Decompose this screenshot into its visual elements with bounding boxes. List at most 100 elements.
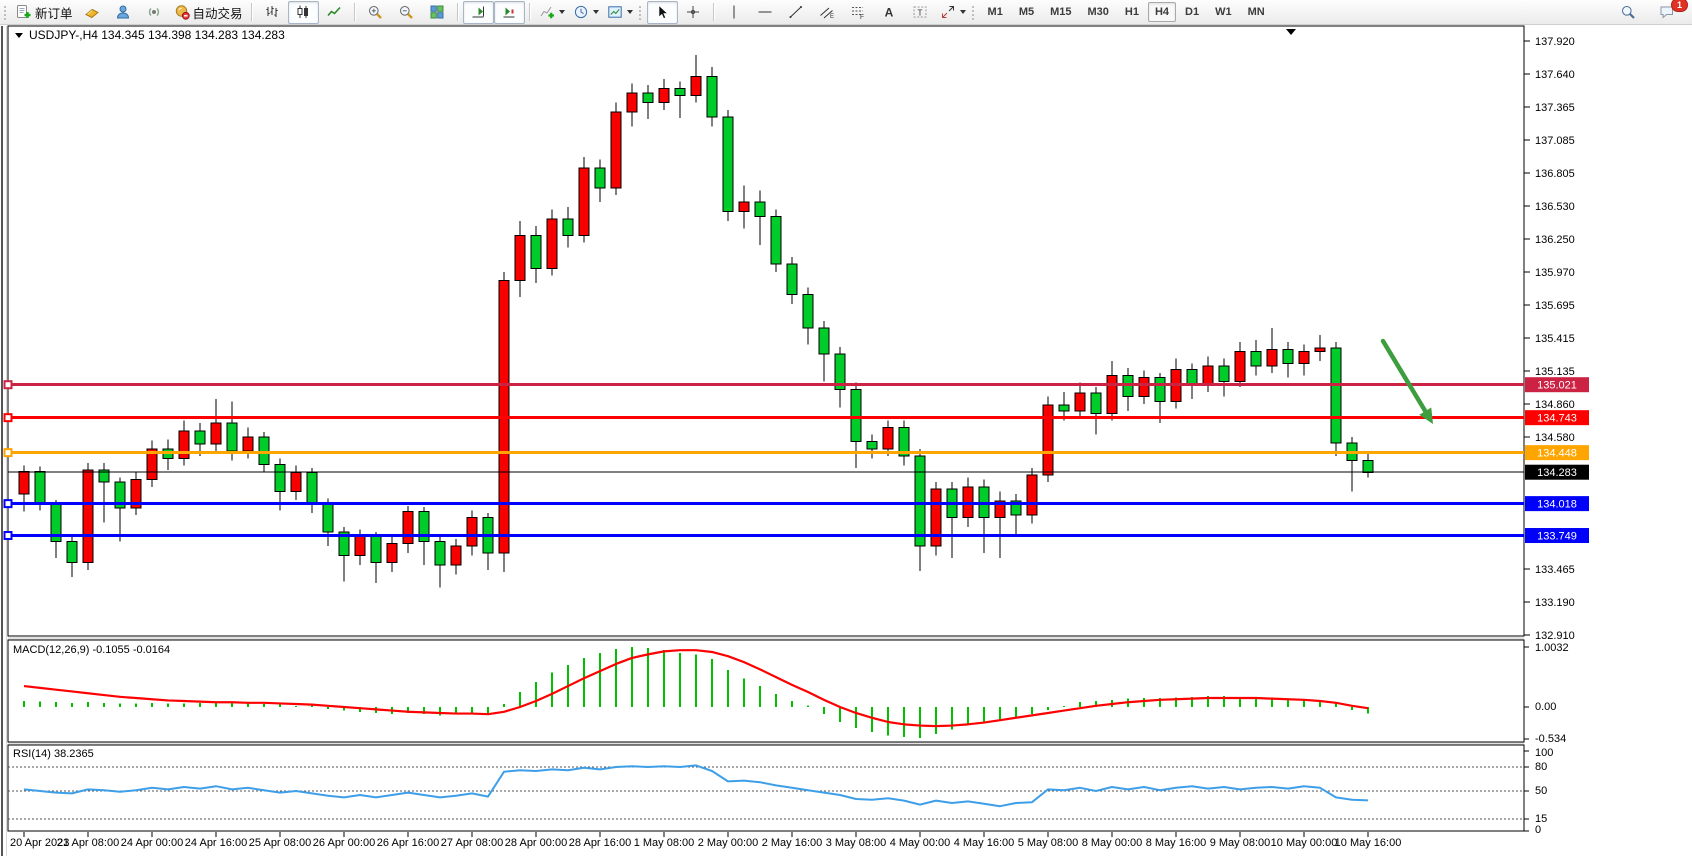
candle-body <box>1299 352 1309 364</box>
rsi-label: RSI(14) 38.2365 <box>13 748 94 760</box>
text-label-tool-button[interactable]: T <box>905 1 936 24</box>
timeframe-w1-button[interactable]: W1 <box>1208 2 1239 22</box>
price-panel[interactable] <box>8 26 1524 636</box>
svg-text:F: F <box>860 14 864 20</box>
chevron-down-icon[interactable] <box>627 10 633 14</box>
candle-body <box>1027 475 1037 515</box>
cursor-tool-button[interactable] <box>647 1 678 24</box>
zoom-out-button[interactable] <box>391 1 422 24</box>
level-anchor-134.743[interactable] <box>5 414 12 421</box>
hline-icon <box>757 4 773 20</box>
profiles-button[interactable] <box>77 1 108 24</box>
svg-text:E: E <box>830 14 834 20</box>
bar-chart-mode-button[interactable] <box>257 1 288 24</box>
vertical-line-tool-button[interactable] <box>719 1 750 24</box>
level-anchor-135.021[interactable] <box>5 381 12 388</box>
candle-body <box>1331 348 1341 443</box>
panel-splitter[interactable] <box>8 743 1524 745</box>
candle-body <box>1059 405 1069 411</box>
timeframe-h4-button[interactable]: H4 <box>1148 2 1176 22</box>
signals-button[interactable] <box>139 1 170 24</box>
zoom-in-button[interactable] <box>360 1 391 24</box>
candlestick-chart-mode-button[interactable] <box>288 1 319 24</box>
chevron-down-icon[interactable] <box>559 10 565 14</box>
level-anchor-134.018[interactable] <box>5 500 12 507</box>
price-axis: 137.920137.640137.365137.085136.805136.5… <box>1524 36 1575 642</box>
arrows-tool-button[interactable] <box>936 1 970 24</box>
auto-scroll-button[interactable] <box>494 1 525 24</box>
text-tool-button[interactable]: A <box>874 1 905 24</box>
chart-header: USDJPY-,H4 134.345 134.398 134.283 134.2… <box>15 28 285 42</box>
timeframe-m15-button[interactable]: M15 <box>1043 2 1078 22</box>
time-axis-label: 4 May 16:00 <box>954 837 1015 849</box>
candle-body <box>1363 461 1373 473</box>
candle-body <box>867 442 877 449</box>
chevron-down-icon[interactable] <box>593 10 599 14</box>
time-axis-label: 4 May 00:00 <box>890 837 951 849</box>
candle-body <box>179 431 189 458</box>
timeframe-h1-button[interactable]: H1 <box>1118 2 1146 22</box>
macd-axis-label: 1.0032 <box>1535 642 1569 654</box>
person-icon <box>115 4 131 20</box>
panel-splitter[interactable] <box>8 637 1524 640</box>
timeframe-m30-button[interactable]: M30 <box>1081 2 1116 22</box>
chart-canvas[interactable]: 137.920137.640137.365137.085136.805136.5… <box>0 0 1692 856</box>
candle-body <box>1107 375 1117 413</box>
equidistant-channel-tool-button[interactable]: E <box>812 1 843 24</box>
candle-body <box>1203 366 1213 385</box>
time-axis-label: 8 May 16:00 <box>1146 837 1207 849</box>
vline-icon <box>726 4 742 20</box>
candle-body <box>259 437 269 464</box>
auto-trading-button[interactable]: 自动交易 <box>170 1 247 24</box>
candle-body <box>1315 348 1325 352</box>
price-axis-label: 135.695 <box>1535 300 1575 312</box>
price-axis-label: 137.920 <box>1535 36 1575 48</box>
price-badge-label: 134.448 <box>1537 448 1577 460</box>
notifications-button[interactable]: 1 <box>1651 1 1682 24</box>
cursor-icon <box>654 4 670 20</box>
trendline-tool-button[interactable] <box>781 1 812 24</box>
macd-panel[interactable] <box>8 640 1524 742</box>
search-button[interactable] <box>1612 1 1643 24</box>
toolbar-grip[interactable] <box>971 4 976 21</box>
rsi-axis-label: 80 <box>1535 761 1547 773</box>
price-axis-label: 136.250 <box>1535 234 1575 246</box>
candle-body <box>451 546 461 565</box>
timeframe-mn-button[interactable]: MN <box>1241 2 1272 22</box>
candle-body <box>643 93 653 102</box>
crosshair-tool-button[interactable] <box>678 1 709 24</box>
chevron-down-icon[interactable] <box>960 10 966 14</box>
toolbar-grip[interactable] <box>3 4 8 21</box>
horizontal-line-tool-button[interactable] <box>750 1 781 24</box>
rsi-axis-label: 100 <box>1535 747 1553 759</box>
indicators-menu-button[interactable] <box>535 1 569 24</box>
chart-shift-button[interactable] <box>463 1 494 24</box>
rsi-axis-label: 50 <box>1535 785 1547 797</box>
tile-windows-button[interactable] <box>422 1 453 24</box>
timeframe-m5-button[interactable]: M5 <box>1012 2 1041 22</box>
svg-text:T: T <box>917 8 922 18</box>
community-button[interactable] <box>108 1 139 24</box>
candle-body <box>1267 349 1277 366</box>
timeframe-m1-button[interactable]: M1 <box>981 2 1010 22</box>
search-icon <box>1620 4 1636 20</box>
level-anchor-133.749[interactable] <box>5 532 12 539</box>
candle-body <box>1283 349 1293 363</box>
new-order-button[interactable]: 新订单 <box>12 1 77 24</box>
candle-body <box>307 473 317 504</box>
timeframe-d1-button[interactable]: D1 <box>1178 2 1206 22</box>
toolbar-grip[interactable] <box>638 4 643 21</box>
time-axis-label: 10 May 00:00 <box>1271 837 1338 849</box>
time-axis-label: 26 Apr 16:00 <box>377 837 439 849</box>
line-chart-mode-button[interactable] <box>319 1 350 24</box>
crosshair-icon <box>685 4 701 20</box>
candle-body <box>435 541 445 565</box>
candle-body <box>1251 352 1261 366</box>
level-anchor-134.448[interactable] <box>5 449 12 456</box>
time-axis-label: 28 Apr 00:00 <box>505 837 567 849</box>
notification-badge: 1 <box>1671 0 1688 12</box>
templates-menu-button[interactable] <box>603 1 637 24</box>
candle-body <box>467 518 477 546</box>
periods-menu-button[interactable] <box>569 1 603 24</box>
fibonacci-tool-button[interactable]: F <box>843 1 874 24</box>
